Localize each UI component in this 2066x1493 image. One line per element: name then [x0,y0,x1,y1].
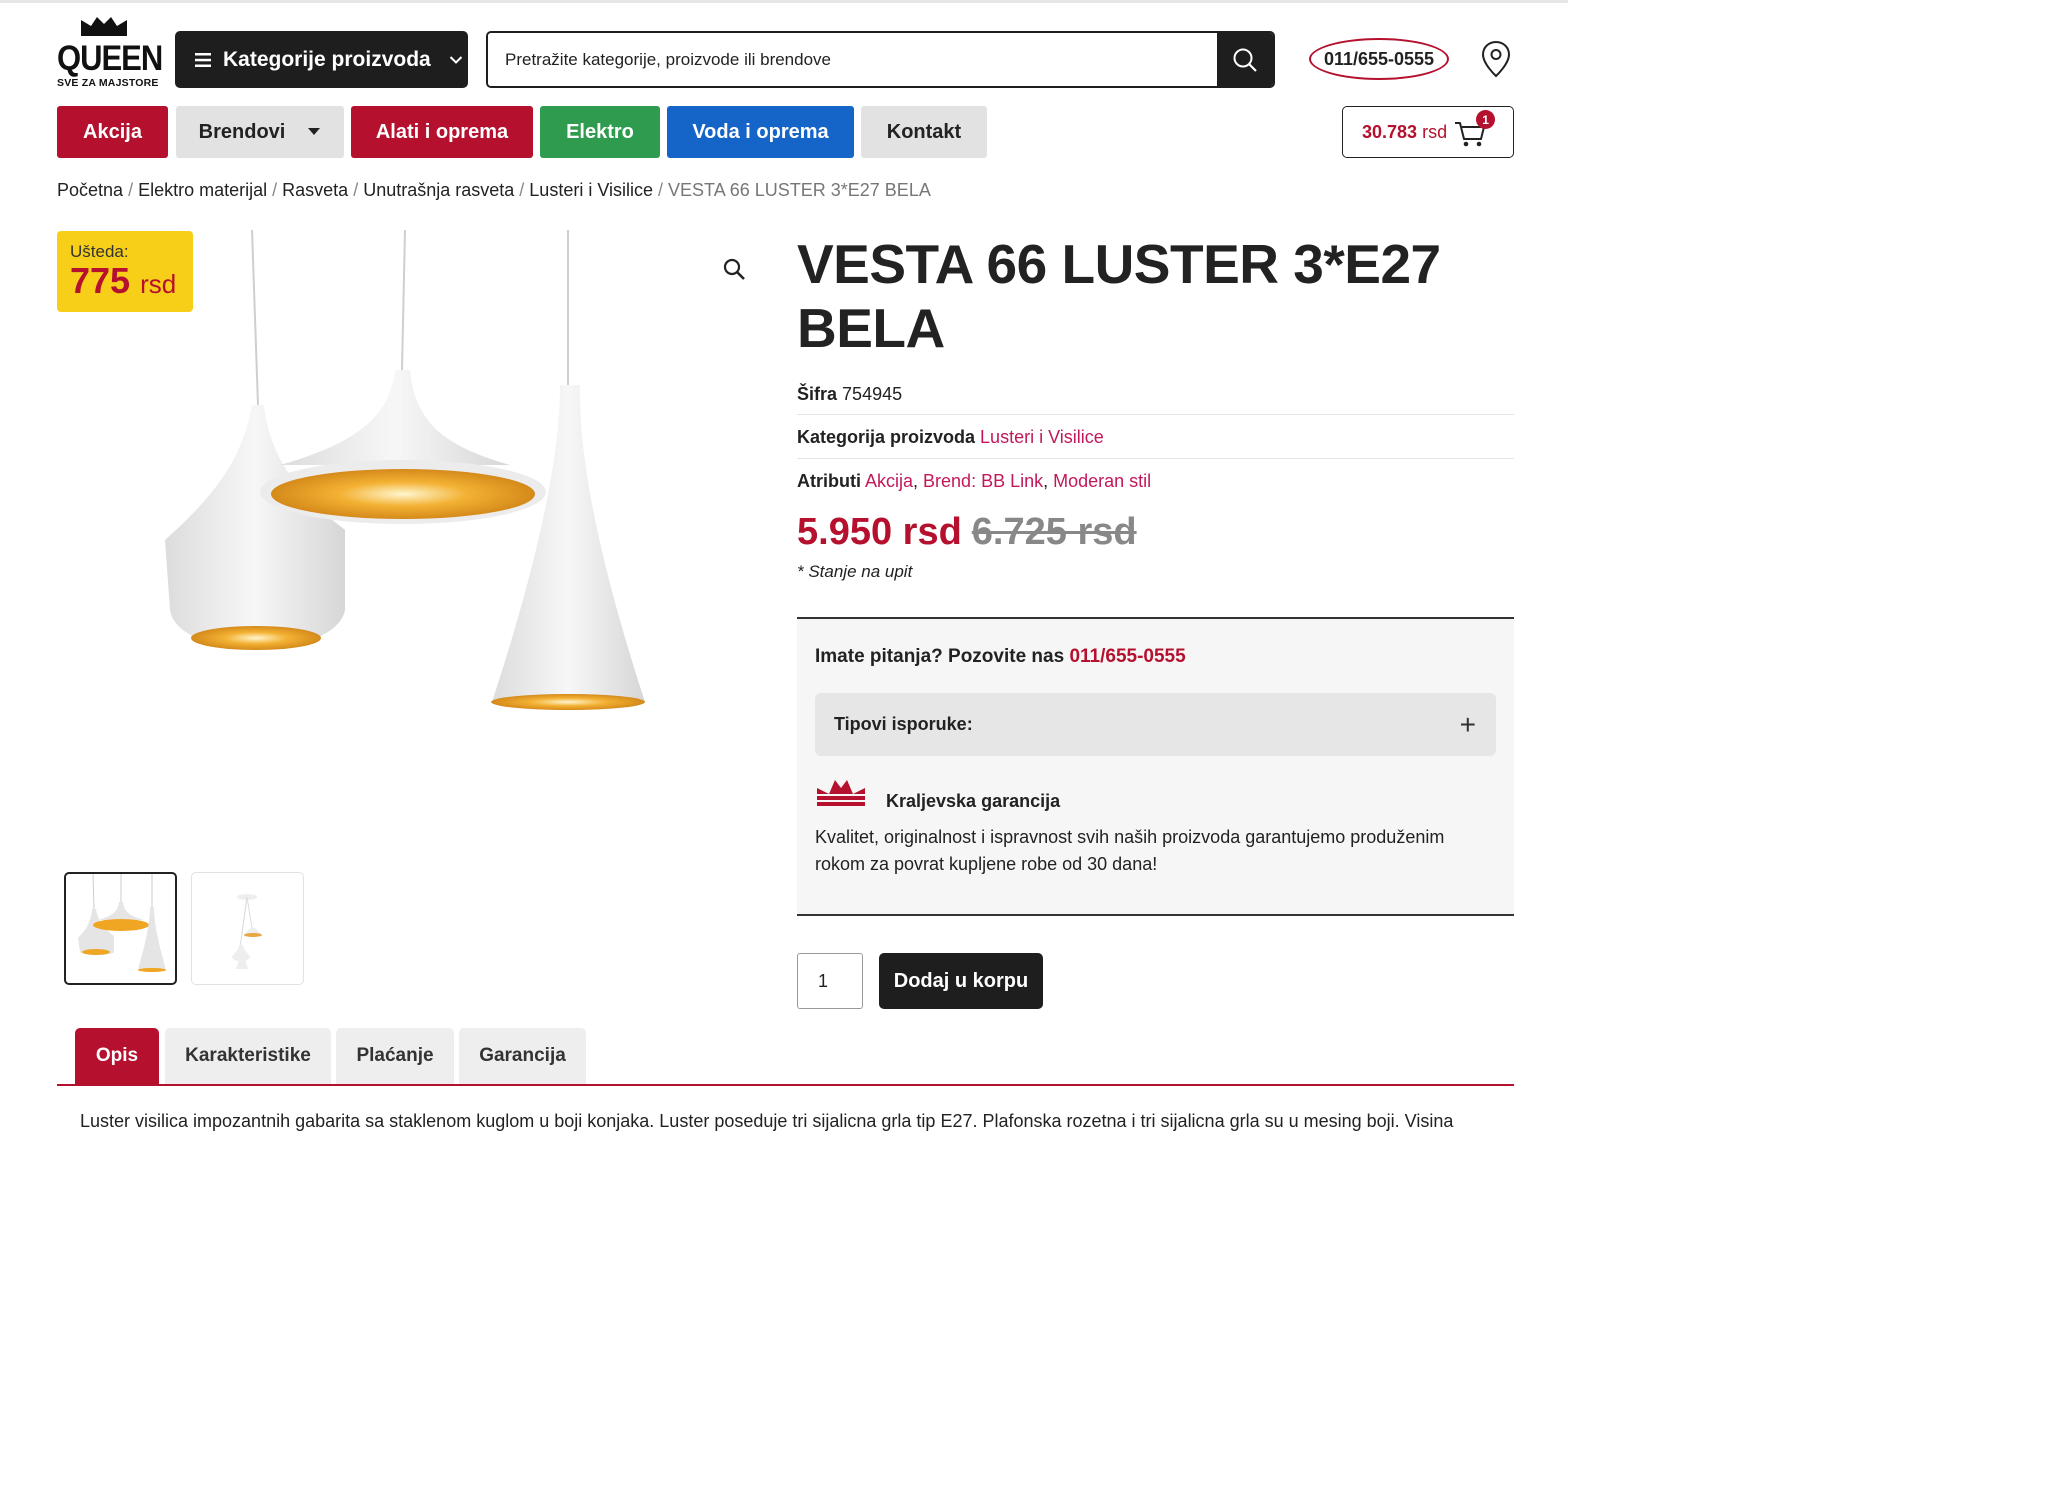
attribute-link-stil[interactable]: Moderan stil [1053,471,1151,491]
savings-value: 775 [70,260,131,301]
cart-currency: rsd [1422,121,1448,142]
search-bar [486,31,1275,88]
categories-button[interactable]: Kategorije proizvoda [175,31,468,88]
sku-label: Šifra [797,384,838,404]
breadcrumb-home[interactable]: Početna [57,180,123,200]
quantity-input[interactable] [797,953,863,1009]
logo-crown-icon [81,17,127,36]
nav-elektro[interactable]: Elektro [540,106,660,158]
plus-icon: + [1459,708,1476,740]
guarantee-text: Kvalitet, originalnost i ispravnost svih… [815,827,1445,874]
thumbnail-lamps-image [78,874,166,972]
product-category-row: Kategorija proizvoda Lusteri i Visilice [797,427,1104,448]
zoom-icon[interactable] [722,257,748,283]
product-description: Luster visilica impozantnih gabarita sa … [80,1111,1454,1131]
stock-status: * Stanje na upit [797,562,913,581]
thumbnail-lamp-drawing-image [232,894,262,969]
chevron-down-icon [449,55,462,64]
nav-brendovi-label: Brendovi [198,120,286,143]
tab-opis[interactable]: Opis [75,1028,159,1084]
breadcrumb-separator: / [353,180,359,200]
category-label: Kategorija proizvoda [797,427,976,447]
location-pin-icon[interactable] [1480,40,1512,78]
contact-phone-link[interactable]: 011/655-0555 [1069,646,1185,667]
nav-voda-i-oprema[interactable]: Voda i oprema [667,106,854,158]
delivery-types-accordion[interactable]: Tipovi isporuke: + [815,693,1496,756]
breadcrumb-separator: / [519,180,525,200]
cart-total: 30.783 rsd [1362,122,1447,143]
breadcrumb-separator: / [128,180,134,200]
breadcrumb-separator: / [658,180,664,200]
caret-down-icon [308,128,321,135]
add-to-cart-button[interactable]: Dodaj u korpu [879,953,1043,1009]
info-box: Imate pitanja? Pozovite nas 011/655-0555… [797,617,1514,916]
cart-amount: 30.783 [1362,121,1418,142]
sku-value: 754945 [842,384,903,404]
current-price: 5.950 rsd [797,511,962,553]
logo-word: QUEEN [57,37,163,78]
breadcrumb-unutrasnja-rasveta[interactable]: Unutrašnja rasveta [363,180,514,200]
old-price: 6.725 rsd [971,511,1137,553]
nav-alati-i-oprema[interactable]: Alati i oprema [351,106,533,158]
product-main-image[interactable] [140,230,680,720]
queen-logo[interactable]: QUEEN SVE ZA MAJSTORE [57,14,163,90]
breadcrumb-current: VESTA 66 LUSTER 3*E27 BELA [668,180,931,200]
attribute-link-akcija[interactable]: Akcija [865,471,913,491]
nav-brendovi[interactable]: Brendovi [176,106,344,158]
attribute-link-brend[interactable]: Brend: BB Link [923,471,1043,491]
cart-button[interactable]: 30.783 rsd 1 [1342,106,1514,158]
breadcrumb-lusteri-i-visilice[interactable]: Lusteri i Visilice [529,180,653,200]
product-thumbnail-1[interactable] [64,872,177,985]
product-title: VESTA 66 LUSTER 3*E27 BELA [797,233,1441,359]
cart-count-badge: 1 [1476,110,1496,129]
breadcrumb: Početna / Elektro materijal / Rasveta / Unutra… [57,180,931,201]
tabs-underline [57,1084,1514,1086]
search-icon [1233,48,1257,72]
nav-kontakt[interactable]: Kontakt [861,106,987,158]
tab-placanje[interactable]: Plaćanje [336,1028,454,1084]
product-sku-row: Šifra 754945 [797,384,902,405]
attributes-label: Atributi [797,471,861,491]
logo-tagline: SVE ZA MAJSTORE [57,77,159,89]
cart-icon-wrap: 1 [1453,110,1496,150]
divider [797,458,1514,459]
search-button[interactable] [1217,33,1273,86]
search-input[interactable] [488,33,1217,86]
contact-question-text: Imate pitanja? Pozovite nas [815,646,1065,667]
tab-karakteristike[interactable]: Karakteristike [165,1028,331,1084]
nav-akcija[interactable]: Akcija [57,106,168,158]
contact-question: Imate pitanja? Pozovite nas 011/655-0555 [815,646,1186,668]
category-link[interactable]: Lusteri i Visilice [980,427,1104,447]
delivery-types-label: Tipovi isporuke: [834,714,973,734]
header-phone-link[interactable]: 011/655-0555 [1309,38,1449,80]
divider [797,414,1514,415]
royal-crown-icon [817,780,865,806]
menu-icon [195,52,211,67]
categories-button-label: Kategorije proizvoda [223,47,431,71]
product-thumbnail-2[interactable] [191,872,304,985]
breadcrumb-rasveta[interactable]: Rasveta [282,180,348,200]
product-price: 5.950 rsd 6.725 rsd [797,511,1137,554]
top-border [0,0,1568,3]
breadcrumb-elektro-materijal[interactable]: Elektro materijal [138,180,267,200]
breadcrumb-separator: / [272,180,278,200]
product-attributes-row: Atributi Akcija, Brend: BB Link, Moderan… [797,471,1152,491]
guarantee-title: Kraljevska garancija [886,791,1061,811]
tab-garancija[interactable]: Garancija [459,1028,586,1084]
